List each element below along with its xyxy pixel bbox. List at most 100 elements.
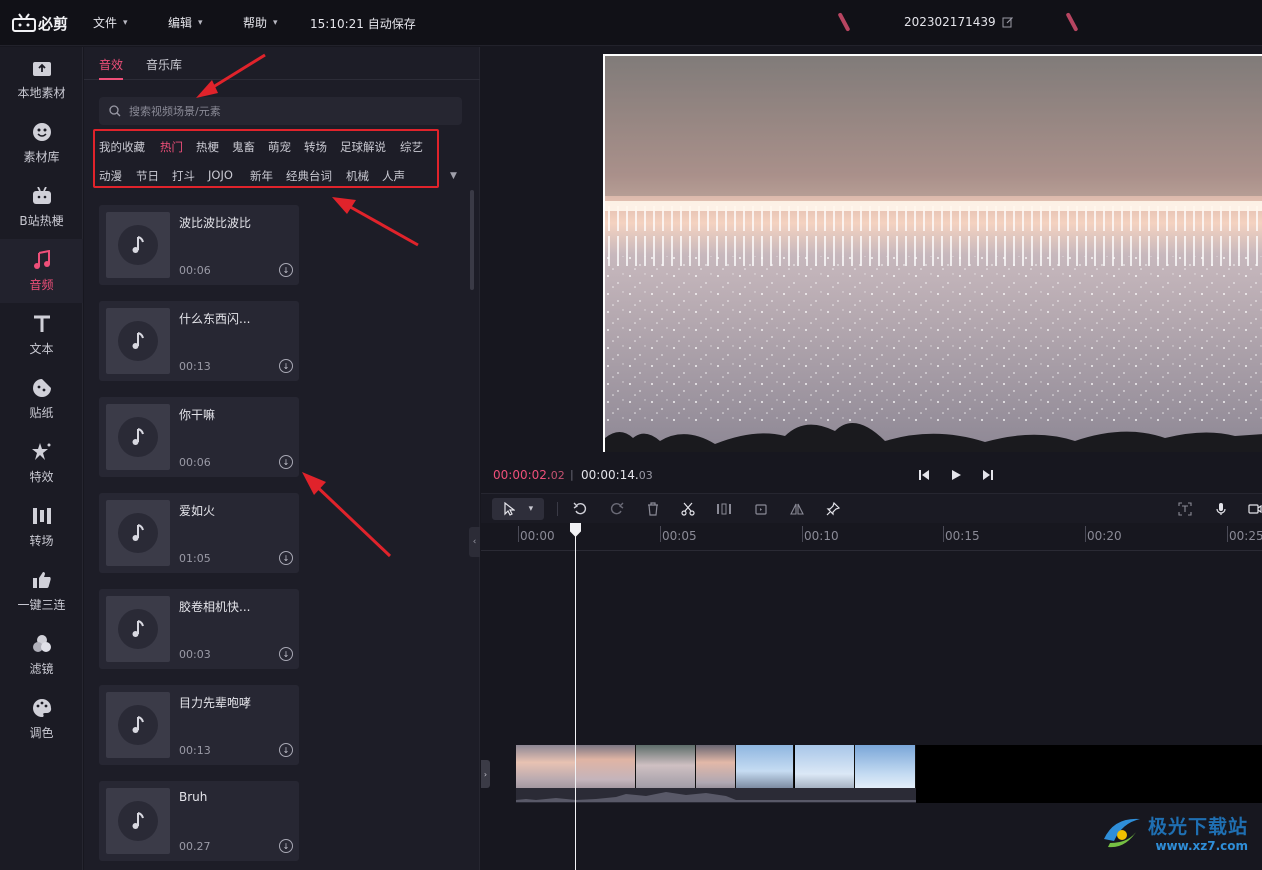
nav-item-sticker[interactable]: 贴纸 bbox=[0, 367, 83, 431]
project-title[interactable]: 202302171439 bbox=[904, 15, 1014, 29]
menu-help-label: 帮助 bbox=[243, 16, 268, 30]
sound-card[interactable]: 爱如火 01:05 ↓ bbox=[99, 493, 299, 573]
tab-sound-effects[interactable]: 音效 bbox=[99, 56, 123, 73]
sound-duration: 00:06 bbox=[179, 264, 211, 277]
sound-card[interactable]: 目力先辈咆哮 00:13 ↓ bbox=[99, 685, 299, 765]
ruler-label: 00:15 bbox=[945, 529, 980, 543]
bilibili-tv-icon bbox=[32, 186, 52, 206]
nav-item-transition[interactable]: 转场 bbox=[0, 495, 83, 559]
category-kichiku[interactable]: 鬼畜 bbox=[232, 139, 255, 155]
category-variety[interactable]: 综艺 bbox=[400, 139, 423, 155]
tab-music-library[interactable]: 音乐库 bbox=[146, 56, 182, 73]
category-festival[interactable]: 节日 bbox=[136, 168, 159, 184]
expand-categories-icon[interactable]: ▼ bbox=[450, 171, 457, 181]
video-preview[interactable] bbox=[603, 54, 1262, 452]
skip-back-icon[interactable] bbox=[916, 467, 932, 483]
playhead-line[interactable] bbox=[575, 523, 576, 870]
menu-edit[interactable]: 编辑 ▾ bbox=[168, 14, 203, 31]
category-memes[interactable]: 热梗 bbox=[196, 139, 219, 155]
play-icon[interactable] bbox=[948, 467, 964, 483]
category-anime[interactable]: 动漫 bbox=[99, 168, 122, 184]
watermark-logo-icon bbox=[1104, 818, 1140, 847]
category-mechanical[interactable]: 机械 bbox=[346, 168, 369, 184]
sound-thumbnail bbox=[106, 692, 170, 758]
text-recognition-icon[interactable] bbox=[1176, 500, 1194, 518]
download-icon[interactable]: ↓ bbox=[279, 839, 293, 853]
sound-thumbnail bbox=[106, 404, 170, 470]
category-football[interactable]: 足球解说 bbox=[340, 139, 386, 155]
menu-help[interactable]: 帮助 ▾ bbox=[243, 14, 278, 31]
ruler-label: 00:05 bbox=[662, 529, 697, 543]
category-vocal[interactable]: 人声 bbox=[382, 168, 405, 184]
nav-item-color[interactable]: 调色 bbox=[0, 687, 83, 751]
nav-item-asset-library[interactable]: 素材库 bbox=[0, 111, 83, 175]
microphone-icon[interactable] bbox=[1212, 500, 1230, 518]
sound-card[interactable]: 你干嘛 00:06 ↓ bbox=[99, 397, 299, 477]
menu-file[interactable]: 文件 ▾ bbox=[93, 14, 128, 31]
total-time-main: 00:00:14. bbox=[581, 468, 639, 482]
download-icon[interactable]: ↓ bbox=[279, 551, 293, 565]
ruler-tick bbox=[518, 526, 519, 542]
download-icon[interactable]: ↓ bbox=[279, 743, 293, 757]
nav-item-effects[interactable]: 特效 bbox=[0, 431, 83, 495]
sound-card[interactable]: Bruh 00.27 ↓ bbox=[99, 781, 299, 861]
download-icon[interactable]: ↓ bbox=[279, 647, 293, 661]
category-jojo[interactable]: JOJO bbox=[208, 168, 233, 182]
track-expand-icon[interactable]: › bbox=[481, 760, 490, 788]
download-icon[interactable]: ↓ bbox=[279, 359, 293, 373]
nav-item-filter[interactable]: 滤镜 bbox=[0, 623, 83, 687]
nav-item-triple-like[interactable]: 一键三连 bbox=[0, 559, 83, 623]
category-fight[interactable]: 打斗 bbox=[172, 168, 195, 184]
nav-label: B站热梗 bbox=[19, 213, 64, 228]
replace-icon[interactable] bbox=[752, 500, 770, 518]
nav-label: 本地素材 bbox=[17, 85, 66, 100]
nav-item-audio[interactable]: 音频 bbox=[0, 239, 83, 303]
star-effect-icon bbox=[31, 442, 52, 462]
nav-item-local-media[interactable]: 本地素材 bbox=[0, 47, 83, 111]
delete-icon[interactable] bbox=[644, 500, 662, 518]
download-icon[interactable]: ↓ bbox=[279, 455, 293, 469]
list-scrollbar[interactable] bbox=[470, 190, 474, 290]
nav-item-bilibili-memes[interactable]: B站热梗 bbox=[0, 175, 83, 239]
select-tool-dropdown[interactable]: ▾ bbox=[492, 498, 544, 520]
category-new-year[interactable]: 新年 bbox=[250, 168, 273, 184]
undo-icon[interactable] bbox=[571, 500, 589, 518]
bilibili-logo-icon bbox=[12, 13, 36, 32]
sound-title: 胶卷相机快... bbox=[179, 600, 251, 614]
category-hot[interactable]: 热门 bbox=[160, 139, 183, 155]
sound-card[interactable]: 什么东西闪... 00:13 ↓ bbox=[99, 301, 299, 381]
sound-title: 什么东西闪... bbox=[179, 312, 251, 326]
music-note-icon bbox=[118, 801, 158, 841]
cursor-arrow-icon bbox=[504, 502, 515, 516]
category-favorites[interactable]: 我的收藏 bbox=[99, 139, 145, 155]
redo-icon[interactable] bbox=[608, 500, 626, 518]
sound-duration: 01:05 bbox=[179, 552, 211, 565]
skip-forward-icon[interactable] bbox=[980, 467, 996, 483]
scissors-icon[interactable] bbox=[679, 500, 697, 518]
download-icon[interactable]: ↓ bbox=[279, 263, 293, 277]
filter-circles-icon bbox=[32, 634, 52, 654]
audio-waveform bbox=[516, 788, 916, 803]
pin-icon[interactable] bbox=[824, 500, 842, 518]
category-pets[interactable]: 萌宠 bbox=[268, 139, 291, 155]
time-ruler[interactable]: 00:00 00:05 00:10 00:15 00:20 00:25 bbox=[481, 523, 1262, 551]
music-note-icon bbox=[118, 705, 158, 745]
camera-icon[interactable] bbox=[1246, 500, 1262, 518]
category-transition[interactable]: 转场 bbox=[304, 139, 327, 155]
music-note-icon bbox=[118, 417, 158, 457]
nav-item-text[interactable]: 文本 bbox=[0, 303, 83, 367]
collapse-panel-icon[interactable]: ‹ bbox=[469, 527, 480, 557]
mirror-icon[interactable] bbox=[788, 500, 806, 518]
nav-label: 贴纸 bbox=[29, 405, 54, 420]
sound-card[interactable]: 胶卷相机快... 00:03 ↓ bbox=[99, 589, 299, 669]
sound-card[interactable]: 波比波比波比 00:06 ↓ bbox=[99, 205, 299, 285]
edit-icon[interactable] bbox=[1002, 16, 1014, 28]
transition-icon bbox=[32, 506, 52, 526]
smiley-icon bbox=[32, 122, 52, 142]
split-icon[interactable] bbox=[715, 500, 733, 518]
category-classic-lines[interactable]: 经典台词 bbox=[286, 168, 332, 184]
sound-title: 目力先辈咆哮 bbox=[179, 696, 252, 710]
search-input[interactable] bbox=[129, 104, 449, 118]
toolbar-divider bbox=[557, 502, 558, 516]
chevron-down-icon: ▾ bbox=[123, 17, 128, 28]
